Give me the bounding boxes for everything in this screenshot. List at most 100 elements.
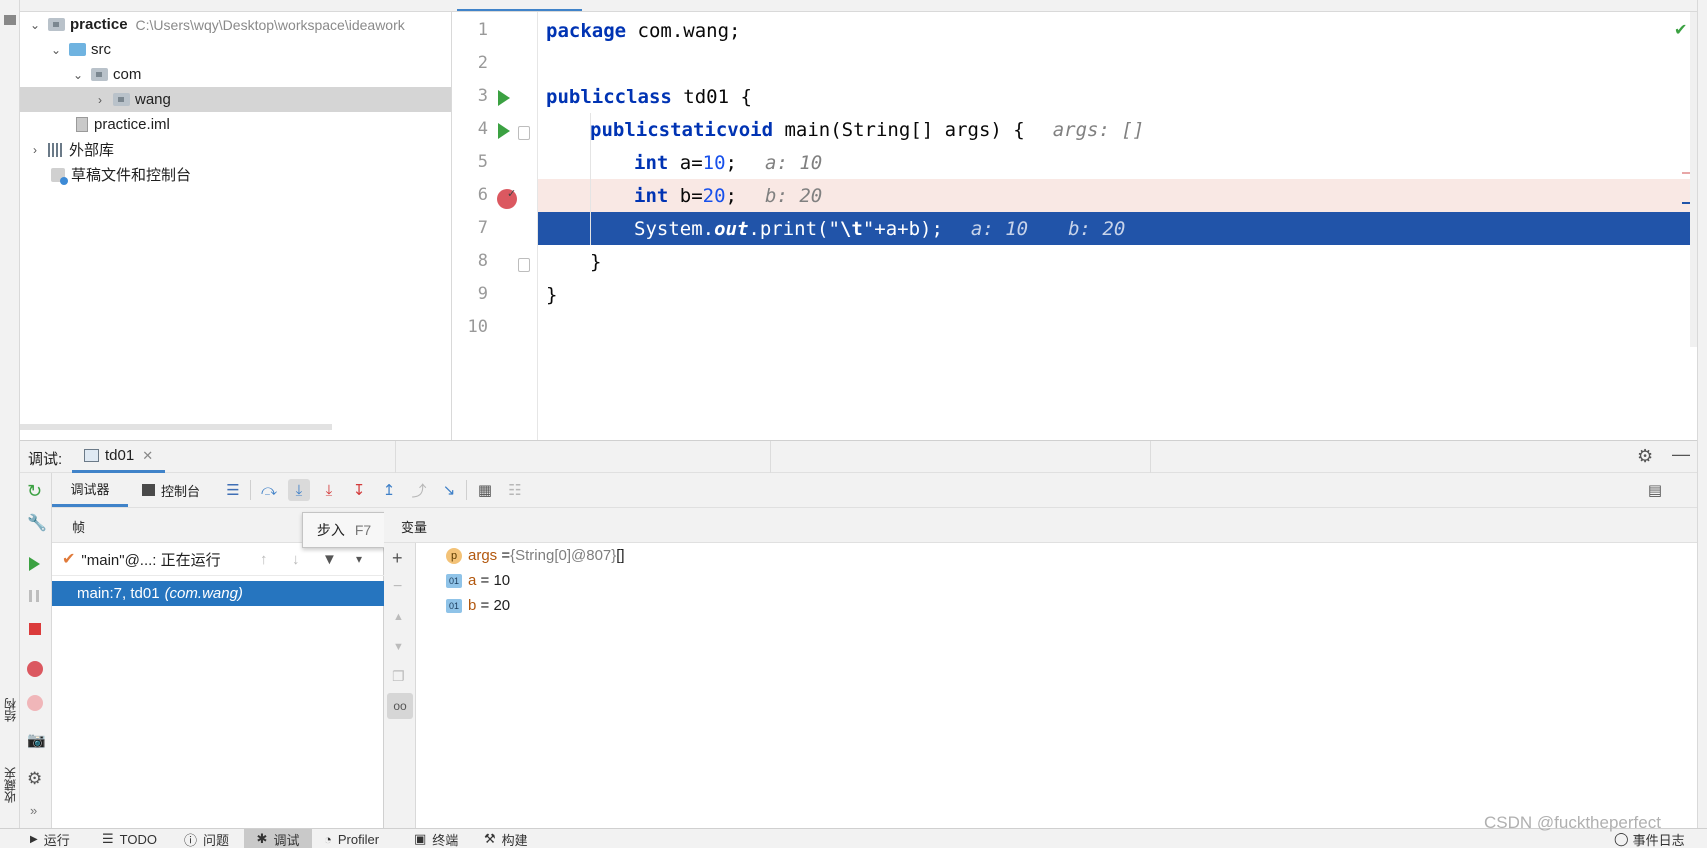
- force-step-into-icon[interactable]: ↧: [348, 479, 370, 501]
- chevron-down-icon[interactable]: ⌄: [49, 43, 63, 57]
- resume-icon[interactable]: [29, 557, 40, 571]
- run-to-cursor-icon[interactable]: ↘: [438, 479, 460, 501]
- breakpoint-icon[interactable]: ✓: [497, 188, 517, 209]
- chevron-right-icon[interactable]: ›: [93, 93, 107, 107]
- status-item-todo[interactable]: ☰ TODO: [102, 829, 157, 848]
- status-item-problems[interactable]: ⓘ 问题: [184, 829, 229, 848]
- rerun-icon[interactable]: ↻: [27, 481, 42, 502]
- trace-icon[interactable]: ☷: [504, 479, 526, 501]
- status-item-terminal[interactable]: ▣ 终端: [414, 829, 458, 848]
- watermark: CSDN @fucktheperfect: [1484, 813, 1661, 832]
- tree-item-src[interactable]: ⌄ src: [20, 37, 451, 62]
- filter-icon[interactable]: ▼: [322, 551, 337, 568]
- copy-icon[interactable]: ❐: [392, 668, 405, 685]
- stop-icon[interactable]: [29, 623, 41, 635]
- close-icon[interactable]: ✕: [142, 448, 153, 464]
- code-text: main(String[] args) {: [773, 118, 1025, 141]
- code-line-6[interactable]: int b= 20; b: 20: [538, 179, 1697, 212]
- remove-watch-icon[interactable]: −: [393, 578, 402, 596]
- move-up-icon[interactable]: ▲: [393, 611, 404, 623]
- code-line-5[interactable]: int a= 10; a: 10: [538, 146, 1697, 179]
- status-item-debug[interactable]: ✱ 调试: [244, 829, 312, 848]
- application-icon: [84, 449, 99, 462]
- variables-panel: p args = {String[0]@807} [] 01 a = 10 01…: [416, 543, 1697, 828]
- line-number: 8: [477, 251, 488, 271]
- structure-tool-tab[interactable]: 结构: [0, 680, 20, 740]
- run-icon[interactable]: [498, 90, 510, 106]
- gear-icon[interactable]: ⚙: [1637, 446, 1653, 467]
- tree-item-com[interactable]: ⌄ com: [20, 62, 451, 87]
- evaluate-expression-icon[interactable]: ▦: [474, 479, 496, 501]
- code-editor[interactable]: 1 2 3 4 5 6 7 8 9 10 ✓ package com.wang;…: [452, 12, 1697, 440]
- code-line-8[interactable]: }: [538, 245, 1697, 278]
- tree-item-scratches[interactable]: 草稿文件和控制台: [20, 162, 451, 187]
- variable-name: args: [468, 547, 498, 564]
- vertical-scrollbar[interactable]: [1690, 12, 1697, 347]
- mute-breakpoints-icon[interactable]: [27, 695, 43, 711]
- step-out-icon[interactable]: ↥: [378, 479, 400, 501]
- code-line-1[interactable]: package com.wang;: [538, 14, 1697, 47]
- drop-frame-icon[interactable]: ⤴: [408, 479, 430, 501]
- code-line-9[interactable]: }: [538, 278, 1697, 311]
- static-field: out: [714, 217, 749, 240]
- tree-item-external-libraries[interactable]: › 外部库: [20, 137, 451, 162]
- variable-row[interactable]: 01 b = 20: [446, 593, 510, 618]
- add-watch-icon[interactable]: +: [392, 548, 403, 569]
- run-icon[interactable]: [498, 123, 510, 139]
- step-into-icon[interactable]: ⤓: [318, 479, 340, 501]
- status-item-label: 终端: [432, 832, 459, 848]
- tree-item-label: src: [91, 41, 111, 58]
- camera-icon[interactable]: 📷: [27, 731, 46, 749]
- check-icon: ✔: [62, 551, 76, 568]
- status-item-build[interactable]: ⚒ 构建: [484, 829, 528, 848]
- layout-icon[interactable]: ▤: [1644, 479, 1666, 501]
- settings-icon[interactable]: ⚙: [27, 769, 42, 789]
- variable-row[interactable]: p args = {String[0]@807} []: [446, 543, 625, 568]
- debug-session-tab[interactable]: td01 ✕: [72, 441, 165, 473]
- fold-icon[interactable]: [518, 126, 530, 140]
- tree-item-practice-iml[interactable]: practice.iml: [20, 112, 451, 137]
- code-line-7-current[interactable]: System. out .print(" \t "+a+b); a: 10 b: 20: [538, 212, 1697, 245]
- menu-icon[interactable]: ☰: [222, 479, 244, 501]
- arrow-up-icon[interactable]: ↑: [260, 551, 268, 568]
- chevron-right-icon[interactable]: ›: [28, 143, 42, 157]
- tree-item-practice[interactable]: ⌄ practice C:\Users\wqy\Desktop\workspac…: [20, 12, 451, 37]
- step-over-icon[interactable]: ⤓: [288, 479, 310, 501]
- tree-item-wang[interactable]: › wang: [20, 87, 451, 112]
- chevron-down-icon[interactable]: ⌄: [28, 18, 42, 32]
- horizontal-scrollbar[interactable]: [20, 424, 332, 430]
- project-tool-tab[interactable]: [0, 0, 20, 40]
- glasses-icon[interactable]: oo: [387, 693, 413, 719]
- variable-name: a: [468, 572, 477, 589]
- line-number: 5: [477, 152, 488, 172]
- debug-title: 调试:: [28, 451, 63, 468]
- tab-console[interactable]: 控制台: [142, 473, 216, 507]
- bookmarks-tool-tab[interactable]: 收藏夹: [0, 750, 20, 820]
- view-breakpoints-icon[interactable]: [27, 661, 43, 677]
- editor-gutter: 1 2 3 4 5 6 7 8 9 10 ✓: [452, 12, 538, 440]
- code-line-4[interactable]: public static void main(String[] args) {…: [538, 113, 1697, 146]
- arrow-down-icon[interactable]: ↓: [292, 551, 300, 568]
- tab-debugger[interactable]: 调试器: [52, 473, 128, 507]
- primitive-icon: 01: [446, 573, 462, 588]
- minimize-icon[interactable]: —: [1672, 444, 1690, 465]
- tooltip-label: 步入: [316, 522, 345, 538]
- code-text: "+a+b);: [862, 217, 943, 240]
- status-item-profiler[interactable]: ◔ Profiler: [324, 829, 379, 848]
- chevron-down-icon[interactable]: ⌄: [71, 68, 85, 82]
- frame-item-selected[interactable]: main:7, td01 (com.wang): [52, 581, 384, 606]
- pause-icon[interactable]: [29, 590, 39, 602]
- chevron-down-icon[interactable]: ▾: [356, 552, 362, 566]
- editor-tab-td01[interactable]: [457, 0, 582, 11]
- show-execution-point-icon[interactable]: ⤼: [258, 479, 280, 501]
- wrench-icon[interactable]: 🔧: [27, 513, 47, 533]
- code-line-3[interactable]: public class td01 {: [538, 80, 1697, 113]
- status-item-run[interactable]: ▶ 运行: [30, 829, 70, 848]
- line-number: 10: [467, 317, 488, 337]
- fold-icon[interactable]: [518, 258, 530, 272]
- tab-console-label: 控制台: [161, 483, 201, 499]
- more-icon[interactable]: »: [30, 803, 37, 818]
- keyword: int: [634, 184, 669, 207]
- variable-row[interactable]: 01 a = 10: [446, 568, 510, 593]
- move-down-icon[interactable]: ▼: [393, 641, 404, 653]
